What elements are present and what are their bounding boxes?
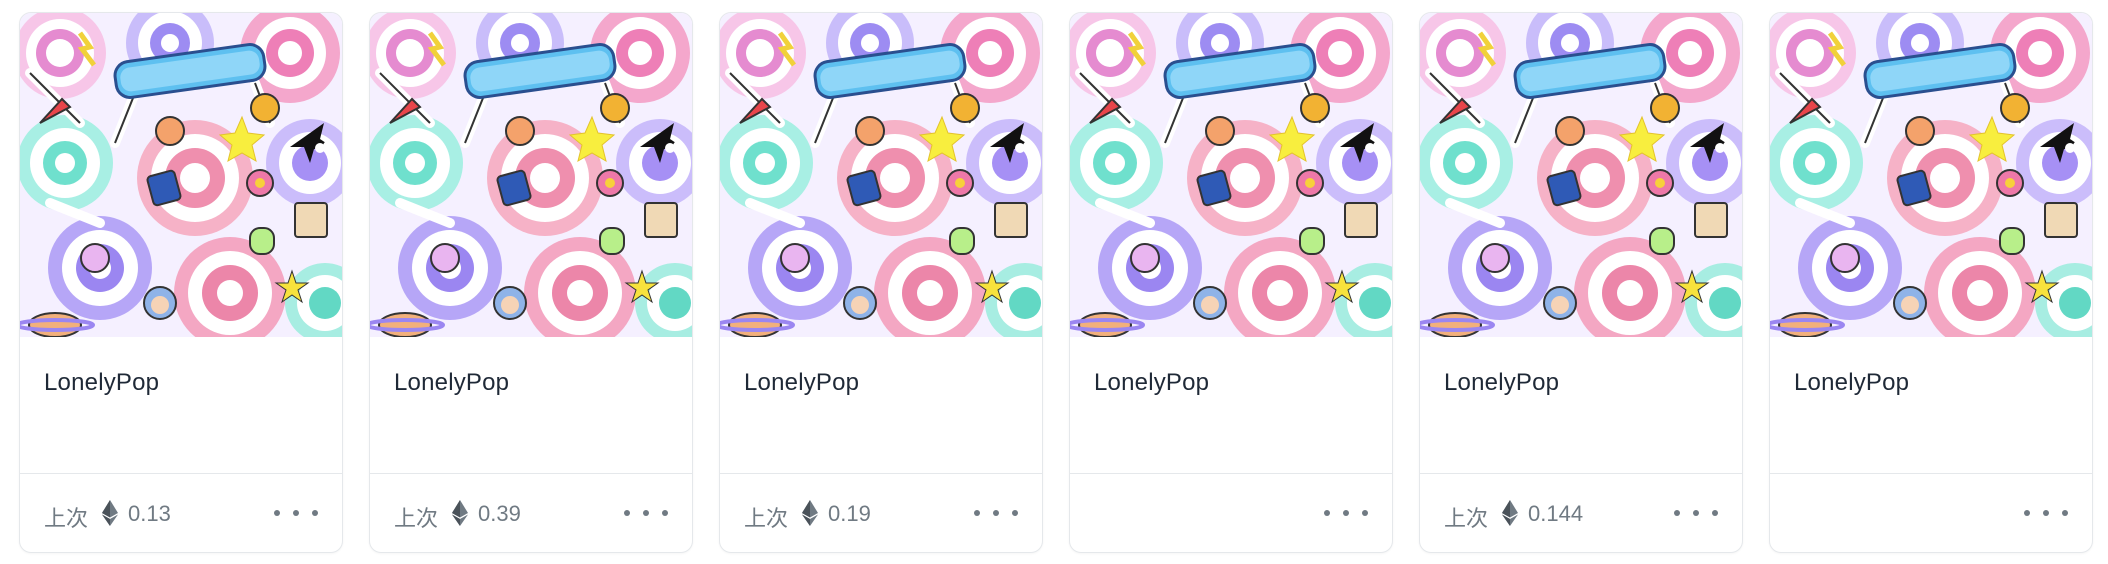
card-footer: 上次 0.39 xyxy=(370,474,692,552)
asset-image[interactable] xyxy=(1070,13,1392,337)
asset-image[interactable] xyxy=(20,13,342,337)
more-options-button[interactable] xyxy=(1324,502,1368,524)
last-sale-price: 0.19 xyxy=(828,501,871,526)
asset-grid: LonelyPop 上次 0.13 LonelyPop 上次 0.39 Lone… xyxy=(0,0,2108,564)
more-options-button[interactable] xyxy=(1674,502,1718,524)
ethereum-icon xyxy=(802,500,818,526)
asset-name[interactable]: LonelyPop xyxy=(1794,369,1909,397)
asset-card[interactable]: LonelyPop 上次 0.19 xyxy=(719,12,1043,553)
more-options-button[interactable] xyxy=(274,502,318,524)
asset-name[interactable]: LonelyPop xyxy=(44,369,159,397)
asset-card[interactable]: LonelyPop xyxy=(1769,12,2093,553)
last-sale-label: 上次 xyxy=(394,506,439,531)
last-sale-price: 0.39 xyxy=(478,501,521,526)
ethereum-icon xyxy=(1502,500,1518,526)
asset-card[interactable]: LonelyPop 上次 0.13 xyxy=(19,12,343,553)
last-sale-label: 上次 xyxy=(1444,506,1489,531)
ellipsis-icon xyxy=(1324,510,1330,516)
ellipsis-icon xyxy=(2024,510,2030,516)
card-footer xyxy=(1070,474,1392,552)
ethereum-icon xyxy=(452,500,468,526)
asset-card[interactable]: LonelyPop 上次 0.39 xyxy=(369,12,693,553)
asset-image[interactable] xyxy=(1770,13,2092,337)
asset-name[interactable]: LonelyPop xyxy=(1444,369,1559,397)
ellipsis-icon xyxy=(274,510,280,516)
more-options-button[interactable] xyxy=(624,502,668,524)
ellipsis-icon xyxy=(1674,510,1680,516)
last-sale-label: 上次 xyxy=(744,506,789,531)
asset-card[interactable]: LonelyPop xyxy=(1069,12,1393,553)
more-options-button[interactable] xyxy=(974,502,1018,524)
asset-image[interactable] xyxy=(720,13,1042,337)
asset-image[interactable] xyxy=(1420,13,1742,337)
last-sale-label: 上次 xyxy=(44,506,89,531)
card-footer: 上次 0.13 xyxy=(20,474,342,552)
last-sale-price: 0.144 xyxy=(1528,501,1584,526)
asset-name[interactable]: LonelyPop xyxy=(1094,369,1209,397)
card-footer: 上次 0.144 xyxy=(1420,474,1742,552)
card-footer xyxy=(1770,474,2092,552)
more-options-button[interactable] xyxy=(2024,502,2068,524)
asset-name[interactable]: LonelyPop xyxy=(744,369,859,397)
last-sale-price: 0.13 xyxy=(128,501,171,526)
ellipsis-icon xyxy=(974,510,980,516)
card-footer: 上次 0.19 xyxy=(720,474,1042,552)
ethereum-icon xyxy=(102,500,118,526)
asset-image[interactable] xyxy=(370,13,692,337)
asset-name[interactable]: LonelyPop xyxy=(394,369,509,397)
ellipsis-icon xyxy=(624,510,630,516)
asset-card[interactable]: LonelyPop 上次 0.144 xyxy=(1419,12,1743,553)
